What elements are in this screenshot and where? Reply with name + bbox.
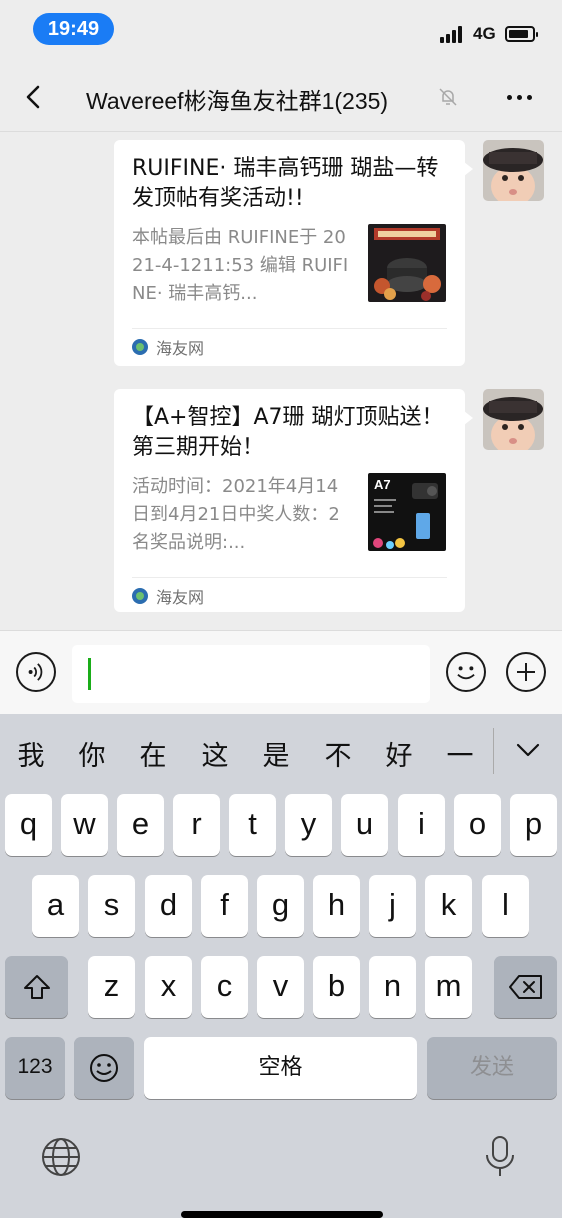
card-divider xyxy=(132,328,447,329)
battery-level xyxy=(509,30,528,38)
key-u[interactable]: u xyxy=(341,794,388,856)
link-message-card[interactable]: RUIFINE· 瑞丰高钙珊 瑚盐—转发顶帖有奖活动!! 本帖最后由 RUIFI… xyxy=(114,140,473,366)
shift-key[interactable] xyxy=(5,956,68,1018)
emoji-icon[interactable] xyxy=(446,652,486,692)
battery-icon xyxy=(505,26,538,42)
key-m[interactable]: m xyxy=(425,956,472,1018)
key-l[interactable]: l xyxy=(482,875,529,937)
voice-input-icon[interactable] xyxy=(16,652,56,692)
key-z[interactable]: z xyxy=(88,956,135,1018)
candidate-word[interactable]: 不 xyxy=(318,734,358,773)
key-c[interactable]: c xyxy=(201,956,248,1018)
chat-title: Wavereef彬海鱼友社群1(235) xyxy=(86,88,389,114)
more-options-icon[interactable] xyxy=(504,84,536,110)
key-t[interactable]: t xyxy=(229,794,276,856)
card-description: 活动时间：2021年4月14日到4月21日中奖人数：2名奖品说明:... xyxy=(132,476,340,553)
key-y[interactable]: y xyxy=(285,794,332,856)
candidate-separator xyxy=(493,728,494,774)
card-description: 本帖最后由 RUIFINE于 2021-4-1211:53 编辑 RUIFINE… xyxy=(132,227,349,304)
key-j[interactable]: j xyxy=(369,875,416,937)
link-message-card[interactable]: 【A+智控】A7珊 瑚灯顶贴送！第三期开始！ 活动时间：2021年4月14日到4… xyxy=(114,389,473,612)
message-input-bar xyxy=(0,630,562,714)
source-logo-icon xyxy=(132,339,148,355)
card-title: RUIFINE· 瑞丰高钙珊 瑚盐—转发顶帖有奖活动!! xyxy=(132,156,439,211)
key-b[interactable]: b xyxy=(313,956,360,1018)
delete-key[interactable] xyxy=(494,956,557,1018)
source-name: 海友网 xyxy=(156,588,205,607)
candidate-word[interactable]: 在 xyxy=(133,734,173,773)
globe-icon[interactable] xyxy=(40,1136,82,1178)
a7-light-thumbnail: A7 xyxy=(368,473,446,551)
network-type: 4G xyxy=(473,24,496,43)
candidate-word[interactable]: 是 xyxy=(256,734,296,773)
key-f[interactable]: f xyxy=(201,875,248,937)
space-key[interactable]: 空格 xyxy=(144,1037,417,1099)
keyboard: 我 你 在 这 是 不 好 一 q w e r t y u i o p a s … xyxy=(0,714,562,1218)
status-bar: 19:49 4G xyxy=(0,0,562,62)
key-h[interactable]: h xyxy=(313,875,360,937)
home-indicator[interactable] xyxy=(181,1211,383,1218)
key-a[interactable]: a xyxy=(32,875,79,937)
candidate-word[interactable]: 你 xyxy=(72,734,112,773)
muted-bell-icon xyxy=(439,88,457,106)
key-s[interactable]: s xyxy=(88,875,135,937)
source-logo-icon xyxy=(132,588,148,604)
key-w[interactable]: w xyxy=(61,794,108,856)
candidate-word[interactable]: 这 xyxy=(195,734,235,773)
chat-header: Wavereef彬海鱼友社群1(235) xyxy=(0,62,562,132)
message-text-field[interactable] xyxy=(72,645,430,703)
thumbnail-label: A7 xyxy=(374,477,391,492)
candidate-word[interactable]: 我 xyxy=(11,734,51,773)
sender-avatar[interactable] xyxy=(483,140,544,201)
key-g[interactable]: g xyxy=(257,875,304,937)
key-q[interactable]: q xyxy=(5,794,52,856)
key-k[interactable]: k xyxy=(425,875,472,937)
chevron-down-icon[interactable] xyxy=(514,736,542,764)
key-p[interactable]: p xyxy=(510,794,557,856)
candidate-word[interactable]: 一 xyxy=(440,734,480,773)
sender-avatar[interactable] xyxy=(483,389,544,450)
shift-arrow-icon xyxy=(23,975,50,999)
numbers-key[interactable]: 123 xyxy=(5,1037,65,1099)
emoji-key[interactable] xyxy=(74,1037,134,1099)
back-chevron-icon[interactable] xyxy=(20,82,50,112)
candidate-word[interactable]: 好 xyxy=(379,734,419,773)
card-source: 海友网 xyxy=(132,585,204,607)
card-source: 海友网 xyxy=(132,336,204,358)
status-time: 19:49 xyxy=(33,13,114,45)
key-d[interactable]: d xyxy=(145,875,192,937)
cellular-signal-icon xyxy=(440,25,466,43)
key-e[interactable]: e xyxy=(117,794,164,856)
card-divider xyxy=(132,577,447,578)
send-key[interactable]: 发送 xyxy=(427,1037,557,1099)
candidate-bar: 我 你 在 这 是 不 好 一 xyxy=(0,714,562,786)
plus-icon[interactable] xyxy=(506,652,546,692)
product-photo-thumbnail xyxy=(368,224,446,302)
key-o[interactable]: o xyxy=(454,794,501,856)
key-r[interactable]: r xyxy=(173,794,220,856)
key-x[interactable]: x xyxy=(145,956,192,1018)
backspace-icon xyxy=(508,975,542,999)
card-title: 【A+智控】A7珊 瑚灯顶贴送！第三期开始！ xyxy=(132,405,444,460)
key-v[interactable]: v xyxy=(257,956,304,1018)
source-name: 海友网 xyxy=(156,339,205,358)
emoji-icon xyxy=(90,1054,118,1082)
key-i[interactable]: i xyxy=(398,794,445,856)
text-caret xyxy=(88,658,91,690)
microphone-icon[interactable] xyxy=(480,1134,520,1180)
key-n[interactable]: n xyxy=(369,956,416,1018)
